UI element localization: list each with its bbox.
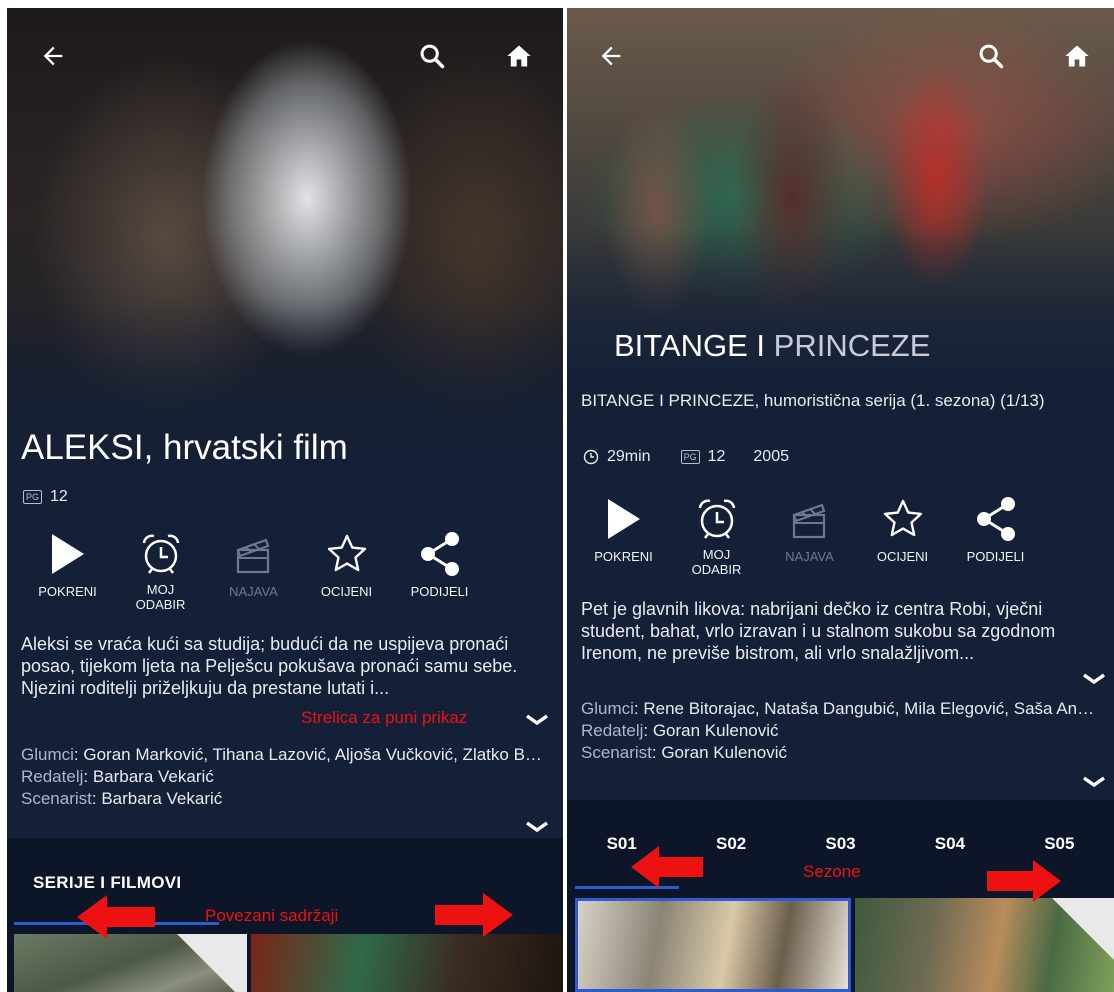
left-red-arrow-icon	[631, 846, 703, 888]
action-bar: POKRENI MOJ ODABIR NAJAVA OCIJENI PODIJE…	[21, 528, 486, 612]
star-icon	[883, 499, 922, 537]
duration: 29min	[607, 448, 651, 465]
home-icon[interactable]	[501, 38, 537, 74]
episode-thumbnail[interactable]	[855, 898, 1114, 992]
expand-credits-chevron-icon[interactable]	[1082, 775, 1106, 789]
page-title: BITANGE I PRINCEZE	[614, 328, 931, 363]
meta-row: 29min PG 12 2005	[583, 448, 789, 466]
credits: Glumci: Goran Marković, Tihana Lazović, …	[21, 744, 549, 810]
pg-rating-badge: PG	[23, 490, 43, 504]
credits: Glumci: Rene Bitorajac, Nataša Dangubić,…	[581, 698, 1100, 764]
search-icon[interactable]	[973, 38, 1009, 74]
age-rating: 12	[707, 448, 726, 465]
trailer-button[interactable]: NAJAVA	[207, 528, 300, 612]
writer-row: Scenarist: Goran Kulenović	[581, 743, 788, 762]
annotation-related: Povezani sadržaji	[205, 906, 339, 925]
annotation-seasons: Sezone	[803, 862, 861, 881]
page-title: ALEKSI, hrvatski film	[21, 428, 348, 467]
star-icon	[327, 534, 366, 572]
writer-row: Scenarist: Barbara Vekarić	[21, 789, 223, 808]
year: 2005	[753, 448, 789, 465]
action-bar: POKRENI MOJ ODABIR NAJAVA OCIJENI PODIJE…	[577, 493, 1042, 577]
annotation-expand-arrow: Strelica za puni prikaz	[301, 708, 468, 727]
pg-rating-badge: PG	[680, 450, 700, 464]
play-button[interactable]: POKRENI	[21, 528, 114, 612]
alarm-clock-icon	[698, 499, 735, 539]
description: Pet je glavnih likova: nabrijani dečko i…	[581, 599, 1056, 663]
play-icon	[607, 499, 640, 539]
director-row: Redatelj: Barbara Vekarić	[21, 767, 214, 786]
back-arrow-icon[interactable]	[593, 38, 629, 74]
meta-row: PG 12	[23, 488, 68, 506]
section-title: SERIJE I FILMOVI	[33, 873, 182, 892]
age-rating: 12	[50, 488, 68, 505]
right-red-arrow-icon	[435, 893, 513, 937]
episode-thumbnail-selected[interactable]	[575, 898, 851, 992]
back-arrow-icon[interactable]	[35, 38, 71, 74]
share-icon	[420, 532, 459, 576]
search-icon[interactable]	[414, 38, 450, 74]
related-thumbnail[interactable]	[251, 934, 563, 992]
watched-corner	[177, 934, 247, 992]
episode-subtitle: BITANGE I PRINCEZE, humoristična serija …	[581, 391, 1045, 410]
play-button[interactable]: POKRENI	[577, 493, 670, 577]
rate-button[interactable]: OCIJENI	[856, 493, 949, 577]
alarm-clock-icon	[142, 534, 179, 574]
cast-row: Glumci: Rene Bitorajac, Nataša Dangubić,…	[581, 699, 1100, 718]
tab-season-5[interactable]: S05	[1005, 834, 1114, 854]
left-phone-screen: ALEKSI, hrvatski film PG 12 POKRENI MOJ …	[7, 8, 563, 992]
description: Aleksi se vraća kući sa studija; budući …	[21, 634, 518, 698]
play-icon	[51, 534, 84, 574]
rate-button[interactable]: OCIJENI	[300, 528, 393, 612]
director-row: Redatelj: Goran Kulenović	[581, 721, 779, 740]
trailer-button[interactable]: NAJAVA	[763, 493, 856, 577]
tab-season-3[interactable]: S03	[786, 834, 895, 854]
right-phone-screen: BITANGE I PRINCEZE BITANGE I PRINCEZE, h…	[567, 8, 1114, 992]
my-choice-button[interactable]: MOJ ODABIR	[670, 493, 763, 577]
clapperboard-icon	[792, 503, 825, 539]
related-thumbnail[interactable]	[14, 934, 247, 992]
watched-corner	[1052, 898, 1114, 960]
clock-icon	[583, 449, 599, 465]
clapperboard-icon	[236, 538, 269, 574]
left-red-arrow-icon	[77, 895, 155, 939]
expand-description-chevron-icon[interactable]	[1082, 672, 1106, 686]
share-icon	[976, 497, 1015, 541]
share-button[interactable]: PODIJELI	[949, 493, 1042, 577]
expand-description-chevron-icon[interactable]	[525, 713, 549, 727]
expand-credits-chevron-icon[interactable]	[525, 820, 549, 834]
tab-season-4[interactable]: S04	[895, 834, 1004, 854]
my-choice-button[interactable]: MOJ ODABIR	[114, 528, 207, 612]
right-red-arrow-icon	[987, 860, 1061, 902]
cast-row: Glumci: Goran Marković, Tihana Lazović, …	[21, 745, 549, 764]
hero-image	[7, 8, 563, 478]
home-icon[interactable]	[1059, 38, 1095, 74]
share-button[interactable]: PODIJELI	[393, 528, 486, 612]
